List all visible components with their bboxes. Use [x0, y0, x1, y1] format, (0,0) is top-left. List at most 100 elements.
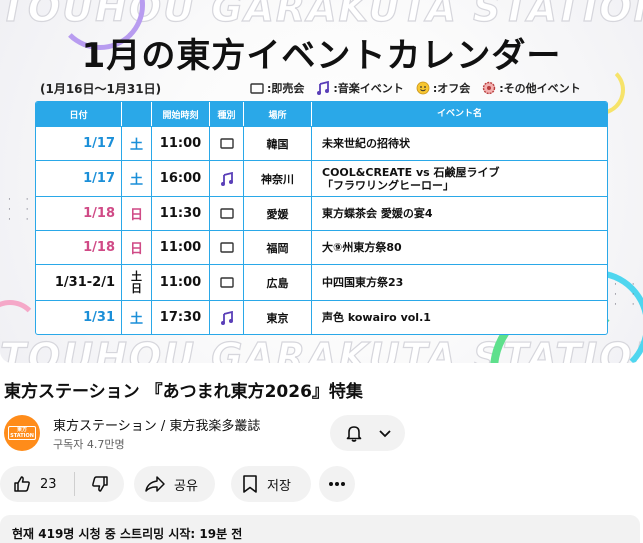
row-time: 11:30 — [151, 197, 209, 230]
row-dow: 日 — [121, 231, 151, 264]
legend-label: :その他イベント — [499, 82, 581, 95]
description-box[interactable]: 현재 419명 시청 중 스트리밍 시작: 19분 전 — [0, 515, 640, 543]
row-type — [209, 265, 243, 300]
row-event-line2: 「フラワリングヒーロー」 — [322, 178, 454, 192]
table-row: 1/31-2/1 土 日 11:00 広島 中四国東方祭23 — [36, 264, 607, 300]
dislike-button[interactable] — [75, 466, 124, 502]
row-time: 11:00 — [151, 265, 209, 300]
row-type — [209, 301, 243, 334]
badge-icon — [482, 81, 496, 95]
share-label: 공유 — [174, 478, 198, 494]
row-event: 声色 kowairo vol.1 — [311, 301, 607, 334]
watch-status: 현재 419명 시청 중 스트리밍 시작: 19분 전 — [12, 527, 243, 541]
header-type: 種別 — [209, 102, 243, 126]
row-event: COOL&CREATE vs 石鹸屋ライブ 「フラワリングヒーロー」 — [311, 161, 607, 196]
row-event: 中四国東方祭23 — [311, 265, 607, 300]
more-actions-button[interactable] — [319, 466, 355, 502]
row-dow: 土 日 — [121, 265, 151, 300]
legend-label: :オフ会 — [432, 82, 471, 95]
header-event: イベント名 — [311, 102, 607, 126]
music-note-icon — [220, 171, 234, 186]
row-time: 11:00 — [151, 127, 209, 160]
subscriber-count: 구독자 4.7만명 — [53, 438, 125, 451]
legend-item: :即売会 — [250, 80, 304, 96]
row-type — [209, 127, 243, 160]
video-player[interactable]: TOUHOU GARAKUTA STATION TOUHOU GARAKUTA … — [0, 0, 643, 363]
row-place: 広島 — [243, 265, 311, 300]
book-icon — [219, 208, 234, 219]
table-row: 1/17 土 11:00 韓国 未来世紀の招待状 — [36, 126, 607, 160]
legend-item: :その他イベント — [482, 80, 581, 96]
row-place: 神奈川 — [243, 161, 311, 196]
bookmark-icon — [241, 474, 259, 494]
like-dislike-group: 23 — [0, 466, 124, 502]
row-time: 16:00 — [151, 161, 209, 196]
table-row: 1/31 土 17:30 東京 声色 kowairo vol.1 — [36, 300, 607, 334]
row-dow: 日 — [121, 197, 151, 230]
row-event: 大⑨州東方祭80 — [311, 231, 607, 264]
book-icon — [219, 277, 234, 288]
row-type — [209, 197, 243, 230]
subscription-bell-button[interactable] — [330, 415, 405, 451]
row-type — [209, 161, 243, 196]
row-time: 11:00 — [151, 231, 209, 264]
header-place: 場所 — [243, 102, 311, 126]
book-icon — [219, 138, 234, 149]
row-place: 愛媛 — [243, 197, 311, 230]
row-date: 1/18 — [83, 206, 115, 221]
music-note-icon — [220, 310, 234, 325]
row-dow: 土 — [121, 127, 151, 160]
table-row: 1/18 日 11:00 福岡 大⑨州東方祭80 — [36, 230, 607, 264]
table-row: 1/18 日 11:30 愛媛 東方蝶茶会 愛媛の宴4 — [36, 196, 607, 230]
channel-name[interactable]: 東方ステーション / 東方我楽多叢誌 — [53, 415, 260, 434]
thumbs-down-icon — [90, 474, 110, 494]
row-place: 福岡 — [243, 231, 311, 264]
bell-icon — [344, 423, 364, 443]
row-event-line1: COOL&CREATE vs 石鹸屋ライブ — [322, 165, 500, 179]
row-date: 1/17 — [83, 171, 115, 186]
calendar-title: 1月の東方イベントカレンダー — [81, 36, 562, 76]
table-header: 日付 開始時刻 種別 場所 イベント名 — [36, 102, 607, 126]
thumbs-up-icon — [12, 474, 32, 494]
channel-avatar[interactable]: 東方 STATION — [4, 415, 40, 451]
avatar-logo: 東方 STATION — [8, 426, 36, 440]
legend-label: :音楽イベント — [333, 82, 404, 95]
row-date: 1/18 — [83, 240, 115, 255]
chevron-down-icon — [378, 426, 392, 440]
legend-label: :即売会 — [267, 82, 305, 95]
calendar-period: (1月16日〜1月31日) — [40, 82, 162, 96]
row-time: 17:30 — [151, 301, 209, 334]
row-date: 1/31 — [83, 310, 115, 325]
header-time: 開始時刻 — [151, 102, 209, 126]
decor-dots-right: · · · · · · — [614, 280, 641, 310]
row-event: 東方蝶茶会 愛媛の宴4 — [311, 197, 607, 230]
legend-item: :音楽イベント — [316, 80, 404, 96]
row-place: 韓国 — [243, 127, 311, 160]
like-count: 23 — [40, 476, 57, 492]
row-date: 1/31-2/1 — [54, 275, 115, 290]
decor-dots-left: · · · · · · — [8, 195, 35, 225]
row-dow: 土 — [121, 161, 151, 196]
like-button[interactable]: 23 — [0, 466, 74, 502]
smiley-icon — [416, 81, 430, 95]
calendar-legend: :即売会 :音楽イベント :オフ会 :その他イベント — [250, 80, 581, 96]
save-label: 저장 — [267, 478, 291, 494]
share-button[interactable]: 공유 — [134, 466, 215, 502]
legend-item: :オフ会 — [416, 80, 470, 96]
table-row: 1/17 土 16:00 神奈川 COOL&CREATE vs 石鹸屋ライブ 「… — [36, 160, 607, 196]
share-icon — [144, 474, 166, 494]
row-place: 東京 — [243, 301, 311, 334]
book-icon — [250, 82, 264, 94]
header-dow — [121, 102, 151, 126]
music-note-icon — [316, 81, 330, 95]
video-title: 東方ステーション 『あつまれ東方2026』特集 — [4, 382, 363, 402]
row-dow-second: 日 — [131, 281, 142, 295]
row-event: 未来世紀の招待状 — [311, 127, 607, 160]
row-dow-first: 土 — [131, 269, 142, 283]
row-type — [209, 231, 243, 264]
save-button[interactable]: 저장 — [231, 466, 311, 502]
row-dow: 土 — [121, 301, 151, 334]
header-date: 日付 — [69, 110, 88, 121]
event-table: 日付 開始時刻 種別 場所 イベント名 1/17 土 11:00 韓国 未来世紀… — [35, 101, 608, 335]
row-date: 1/17 — [83, 136, 115, 151]
